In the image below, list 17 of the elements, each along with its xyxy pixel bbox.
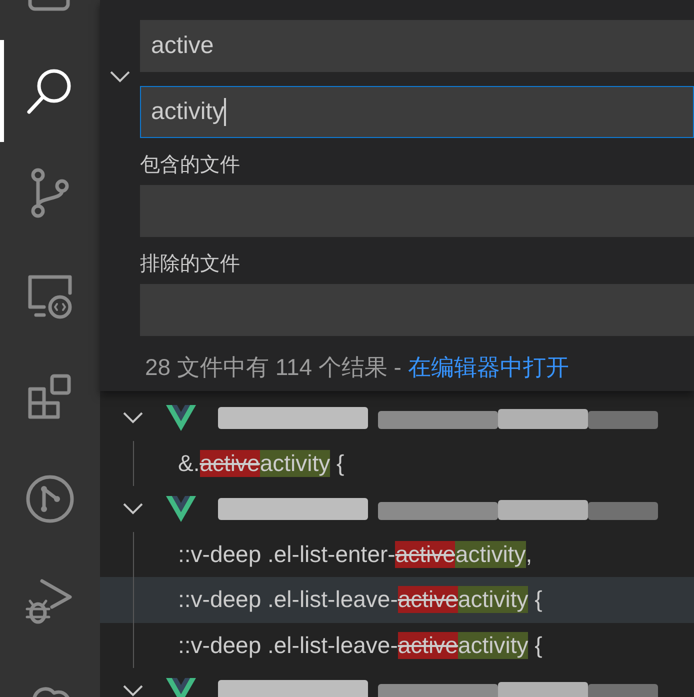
search-field[interactable]: active: [140, 20, 694, 72]
git-graph-icon[interactable]: [24, 473, 76, 525]
vue-file-icon: [166, 678, 196, 697]
chevron-down-icon[interactable]: [109, 70, 131, 84]
vue-file-icon: [166, 404, 196, 431]
match-line[interactable]: ::v-deep .el-list-leave-activeactivity {: [100, 632, 542, 659]
results-summary: 28 文件中有 114 个结果 -: [145, 353, 402, 382]
match-line[interactable]: &.activeactivity {: [100, 450, 344, 477]
include-label: 包含的文件: [140, 154, 241, 177]
open-in-editor-link[interactable]: 在编辑器中打开: [408, 352, 569, 383]
vue-file-icon: [166, 496, 196, 522]
chevron-down-icon[interactable]: [122, 684, 144, 697]
match-line[interactable]: ::v-deep .el-list-enter-activeactivity,: [100, 540, 532, 568]
chevron-down-icon[interactable]: [122, 410, 144, 425]
replace-field[interactable]: activity: [140, 86, 694, 138]
chevron-down-icon[interactable]: [122, 502, 144, 516]
exclude-label: 排除的文件: [140, 253, 241, 276]
